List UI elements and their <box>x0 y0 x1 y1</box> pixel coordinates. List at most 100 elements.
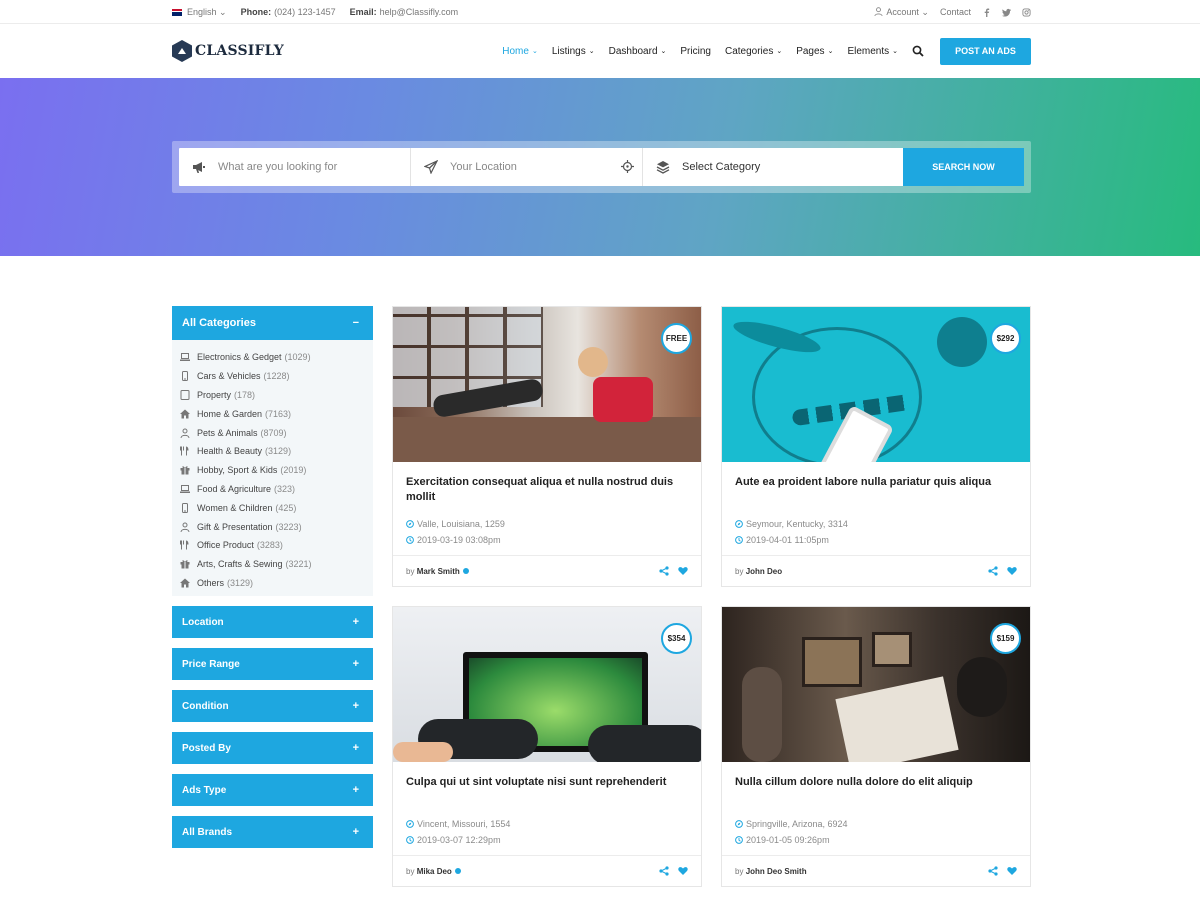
category-item[interactable]: Home & Garden (7163) <box>180 404 373 423</box>
filter-all-brands[interactable]: All Brands + <box>172 816 373 849</box>
category-name: Gift & Presentation <box>197 521 273 532</box>
phone-info: Phone: (024) 123-1457 <box>240 7 336 17</box>
category-item[interactable]: Food & Agriculture (323) <box>180 480 373 499</box>
listing-title[interactable]: Aute ea proident labore nulla pariatur q… <box>722 475 1030 515</box>
listing-location: Springville, Arizona, 6924 <box>722 816 1030 831</box>
expand-icon[interactable]: + <box>353 700 359 712</box>
language-selector[interactable]: English ⌄ <box>172 7 227 18</box>
expand-icon[interactable]: + <box>353 658 359 670</box>
location-field[interactable]: Your Location <box>411 148 643 186</box>
location-input[interactable]: Your Location <box>450 161 517 173</box>
all-categories-header[interactable]: All Categories − <box>172 306 373 340</box>
filter-sidebar: All Categories − Electronics & Gedget (10… <box>172 306 373 858</box>
listing-image[interactable]: $354 <box>393 607 701 762</box>
share-icon[interactable] <box>988 566 998 576</box>
twitter-icon[interactable] <box>1002 8 1011 17</box>
filter-condition[interactable]: Condition + <box>172 690 373 723</box>
listing-footer: by John Deo <box>722 555 1030 586</box>
clock-icon <box>406 535 414 544</box>
filter-ads-type[interactable]: Ads Type + <box>172 774 373 807</box>
category-item[interactable]: Cars & Vehicles (1228) <box>180 367 373 386</box>
email-info[interactable]: Email: help@Classifly.com <box>350 7 459 17</box>
location-icon <box>406 819 414 828</box>
category-item[interactable]: Property (178) <box>180 386 373 405</box>
heart-icon[interactable] <box>1007 566 1017 576</box>
listing-card[interactable]: $292 Aute ea proident labore nulla pariat… <box>721 306 1031 587</box>
user-icon <box>874 6 883 16</box>
nav-listings[interactable]: Listings ⌄ <box>552 46 595 57</box>
category-name: Cars & Vehicles <box>197 371 261 382</box>
listing-location: Valle, Louisiana, 1259 <box>393 516 701 531</box>
nav-pricing[interactable]: Pricing <box>680 46 711 57</box>
logo-icon <box>172 40 192 62</box>
listing-title[interactable]: Culpa qui ut sint voluptate nisi sunt re… <box>393 775 701 815</box>
location-icon <box>735 819 743 828</box>
category-item[interactable]: Health & Beauty (3129) <box>180 442 373 461</box>
listing-card[interactable]: FREE Exercitation consequat aliqua et nul… <box>392 306 702 587</box>
author-name[interactable]: Mark Smith <box>417 567 460 576</box>
category-item[interactable]: Women & Children (425) <box>180 498 373 517</box>
filter-location[interactable]: Location + <box>172 606 373 639</box>
search-now-button[interactable]: SEARCH NOW <box>903 148 1024 186</box>
uk-flag-icon <box>172 8 182 16</box>
nav-pages[interactable]: Pages ⌄ <box>796 46 833 57</box>
price-badge: $292 <box>990 323 1021 354</box>
category-item[interactable]: Office Product (3283) <box>180 536 373 555</box>
nav-elements[interactable]: Elements ⌄ <box>847 46 898 57</box>
listing-image[interactable]: $159 <box>722 607 1030 762</box>
category-item[interactable]: Hobby, Sport & Kids (2019) <box>180 461 373 480</box>
category-select[interactable]: Select Category <box>643 148 903 186</box>
listing-image[interactable]: $292 <box>722 307 1030 462</box>
heart-icon[interactable] <box>1007 866 1017 876</box>
instagram-icon[interactable] <box>1022 7 1031 17</box>
clock-icon <box>735 535 743 544</box>
collapse-icon[interactable]: − <box>353 317 359 329</box>
crosshair-icon[interactable] <box>621 160 634 173</box>
nav-categories[interactable]: Categories ⌄ <box>725 46 782 57</box>
contact-link[interactable]: Contact <box>940 7 971 17</box>
listing-title[interactable]: Nulla cillum dolore nulla dolore do elit… <box>722 775 1030 815</box>
category-item[interactable]: Pets & Animals (8709) <box>180 423 373 442</box>
listing-card[interactable]: $159 Nulla cillum dolore nulla dolore do … <box>721 606 1031 887</box>
home-icon <box>180 578 190 588</box>
expand-icon[interactable]: + <box>353 742 359 754</box>
category-name: Hobby, Sport & Kids <box>197 465 278 476</box>
category-item[interactable]: Electronics & Gedget (1029) <box>180 348 373 367</box>
expand-icon[interactable]: + <box>353 616 359 628</box>
expand-icon[interactable]: + <box>353 826 359 838</box>
heart-icon[interactable] <box>678 866 688 876</box>
category-count: (3221) <box>285 559 312 570</box>
keyword-field[interactable]: What are you looking for <box>179 148 411 186</box>
listing-date: 2019-01-05 09:26pm <box>722 832 1030 847</box>
share-icon[interactable] <box>659 566 669 576</box>
category-name: Others <box>197 577 225 588</box>
author-name[interactable]: John Deo Smith <box>746 867 807 876</box>
account-menu[interactable]: Account ⌄ <box>874 7 929 18</box>
nav-home[interactable]: Home ⌄ <box>502 46 538 57</box>
filter-posted-by[interactable]: Posted By + <box>172 732 373 765</box>
category-item[interactable]: Arts, Crafts & Sewing (3221) <box>180 555 373 574</box>
heart-icon[interactable] <box>678 566 688 576</box>
listing-image[interactable]: FREE <box>393 307 701 462</box>
share-icon[interactable] <box>988 866 998 876</box>
author-name[interactable]: John Deo <box>746 567 782 576</box>
listing-card[interactable]: $354 Culpa qui ut sint voluptate nisi sun… <box>392 606 702 887</box>
expand-icon[interactable]: + <box>353 784 359 796</box>
category-count: (2019) <box>280 465 307 476</box>
share-icon[interactable] <box>659 866 669 876</box>
listing-footer: by Mark Smith <box>393 555 701 586</box>
keyword-input[interactable]: What are you looking for <box>218 161 337 173</box>
nav-dashboard[interactable]: Dashboard ⌄ <box>609 46 667 57</box>
post-ads-button[interactable]: POST AN ADS <box>940 37 1031 65</box>
author-name[interactable]: Mika Deo <box>417 867 452 876</box>
logo[interactable]: CLASSIFLY <box>172 40 284 62</box>
location-icon <box>735 519 743 528</box>
search-icon[interactable] <box>912 45 924 57</box>
facebook-icon[interactable] <box>982 8 991 17</box>
chevron-down-icon: ⌄ <box>776 48 783 55</box>
listing-title[interactable]: Exercitation consequat aliqua et nulla n… <box>393 475 701 515</box>
category-item[interactable]: Gift & Presentation (3223) <box>180 517 373 536</box>
category-name: Office Product <box>197 540 254 551</box>
filter-price-range[interactable]: Price Range + <box>172 648 373 681</box>
category-item[interactable]: Others (3129) <box>180 574 373 593</box>
